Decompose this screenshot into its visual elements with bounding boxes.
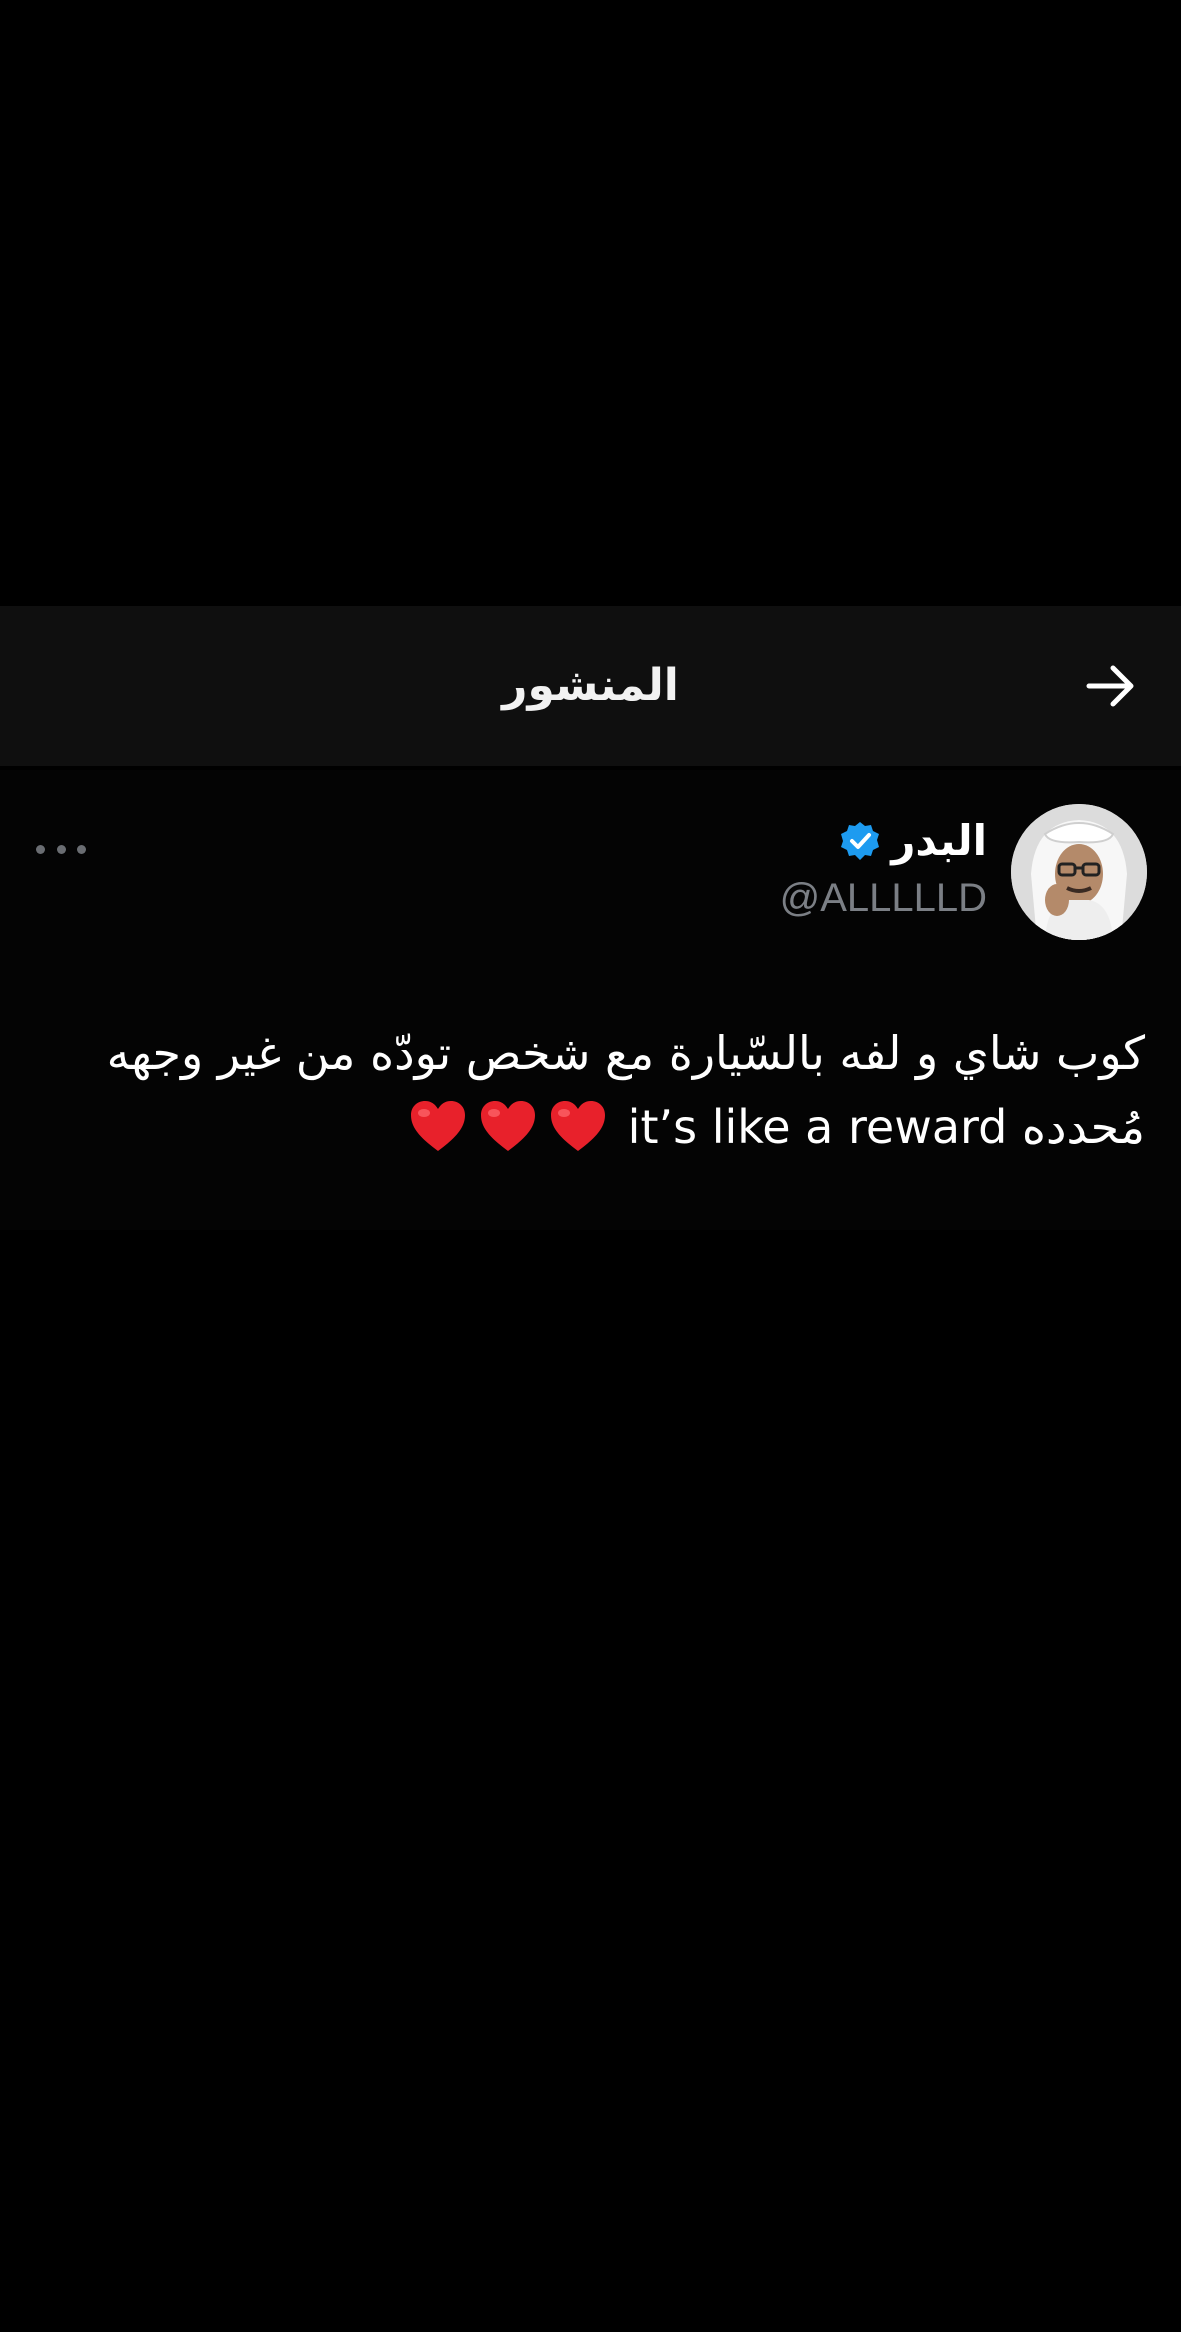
red-heart-icon [411, 1101, 466, 1151]
more-horizontal-icon [56, 844, 66, 854]
red-heart-icon [481, 1101, 536, 1151]
post-text-line-1: كوب شاي و لفه بالسّيارة مع شخص تودّه من … [106, 1026, 1145, 1080]
back-button[interactable] [1071, 646, 1151, 726]
post-text-line-2-text: مُحدده it’s like a reward [627, 1100, 1145, 1154]
more-options-button[interactable] [36, 834, 86, 864]
heart-emojis [403, 1090, 613, 1164]
user-handle[interactable]: @ALLLLLD [780, 876, 987, 921]
author-name-row[interactable]: البدر [839, 816, 987, 865]
more-horizontal-icon [36, 844, 45, 854]
top-bar: المنشور [0, 606, 1181, 766]
page-title: المنشور [502, 660, 679, 711]
arrow-right-icon [1086, 665, 1134, 707]
avatar[interactable] [1011, 804, 1147, 940]
avatar-image [1011, 804, 1147, 940]
post-text: كوب شاي و لفه بالسّيارة مع شخص تودّه من … [80, 1016, 1145, 1164]
verified-badge-icon [841, 821, 880, 860]
post-text-line-2: مُحدده it’s like a reward [80, 1090, 1145, 1164]
post-card[interactable]: البدر @ALLLLLD كوب شاي و لفه بالسّيارة م… [0, 770, 1181, 1230]
red-heart-icon [551, 1101, 606, 1151]
display-name[interactable]: البدر [891, 816, 987, 865]
more-horizontal-icon [77, 844, 86, 854]
